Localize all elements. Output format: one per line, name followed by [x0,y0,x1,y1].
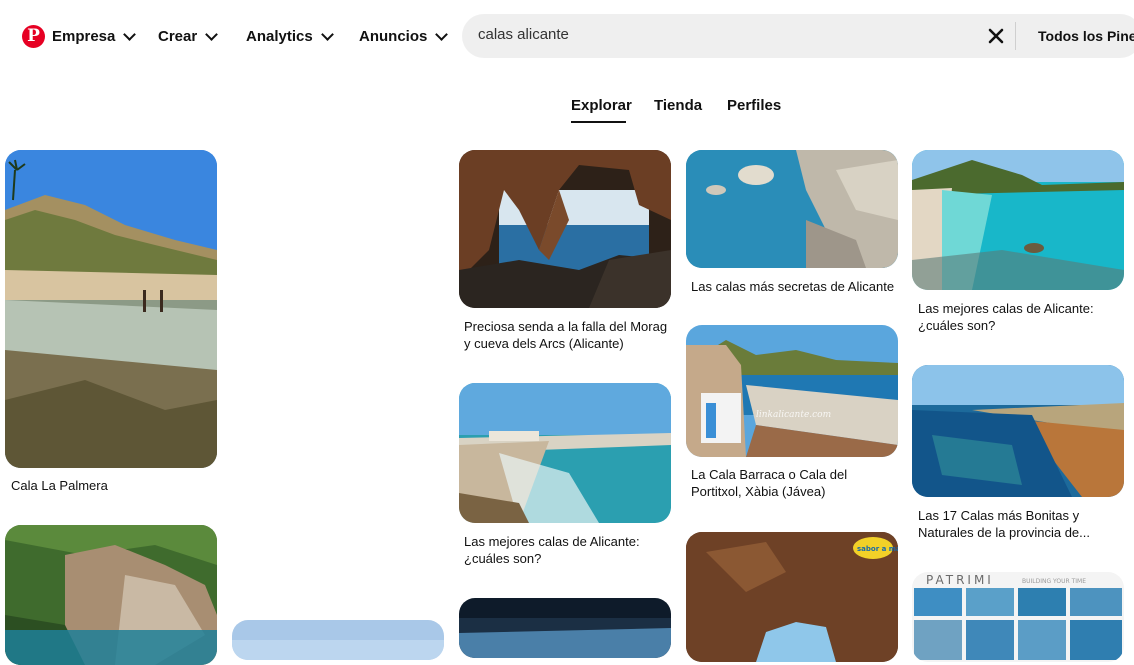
patrimi-logo-text: PATRIMI [926,573,994,587]
patrimi-tagline-text: BUILDING YOUR TIME [1022,578,1086,585]
pin-image-cliffs[interactable] [5,525,217,665]
search-divider [1015,22,1016,50]
pin-filter-dropdown[interactable]: Todos los Pines [1038,28,1134,44]
pin-image-turquoise-beach[interactable] [912,150,1124,290]
pin-image-patrimi-collage[interactable]: PATRIMI BUILDING YOUR TIME [912,572,1124,662]
empresa-menu[interactable]: Empresa [52,27,137,45]
pin-title[interactable]: Preciosa senda a la falla del Morag y cu… [464,318,669,352]
pin-title[interactable]: La Cala Barraca o Cala del Portitxol, Xà… [691,466,896,500]
pin-image-morag-arch[interactable] [459,150,671,308]
pin-filter-label: Todos los Pines [1038,28,1134,44]
analytics-label: Analytics [246,28,313,45]
chevron-down-icon [205,27,219,41]
search-bar: Todos los Pines [462,14,1134,58]
crear-menu[interactable]: Crear [158,27,219,45]
sticker-text: sabor a mar [857,545,898,553]
chevron-down-icon [320,27,334,41]
pin-title[interactable]: Cala La Palmera [11,477,211,494]
top-navigation-bar: P Empresa Crear Analytics Anuncios Todos… [0,0,1134,72]
pin-image-calas-secretas[interactable] [686,150,898,268]
analytics-menu[interactable]: Analytics [246,27,334,45]
empresa-label: Empresa [52,28,116,45]
search-input[interactable] [478,26,958,43]
tab-explorar[interactable]: Explorar [571,97,632,114]
clear-search-icon[interactable] [986,26,1006,46]
pin-image-mejores-calas[interactable] [459,383,671,523]
watermark-text: linkalicante.com [756,410,831,420]
active-tab-indicator [571,121,626,123]
anuncios-label: Anuncios [359,28,428,45]
pin-title[interactable]: Las mejores calas de Alicante: ¿cuáles s… [918,300,1118,334]
pin-image-17-calas[interactable] [912,365,1124,497]
anuncios-menu[interactable]: Anuncios [359,27,449,45]
tab-perfiles[interactable]: Perfiles [727,97,781,114]
pin-image-bottom-sky[interactable] [232,620,444,660]
pin-image-cala-la-palmera[interactable] [5,150,217,468]
pin-title[interactable]: Las calas más secretas de Alicante [691,278,896,295]
pin-image-bottom-dark[interactable] [459,598,671,658]
pin-title[interactable]: Las mejores calas de Alicante: ¿cuáles s… [464,533,669,567]
pin-image-cave[interactable]: sabor a mar [686,532,898,662]
chevron-down-icon [123,27,137,41]
pinterest-logo-icon[interactable]: P [22,25,45,48]
chevron-down-icon [435,27,449,41]
tab-tienda[interactable]: Tienda [654,97,702,114]
pin-image-cala-barraca[interactable]: linkalicante.com [686,325,898,457]
pin-title[interactable]: Las 17 Calas más Bonitas y Naturales de … [918,507,1118,541]
crear-label: Crear [158,28,198,45]
